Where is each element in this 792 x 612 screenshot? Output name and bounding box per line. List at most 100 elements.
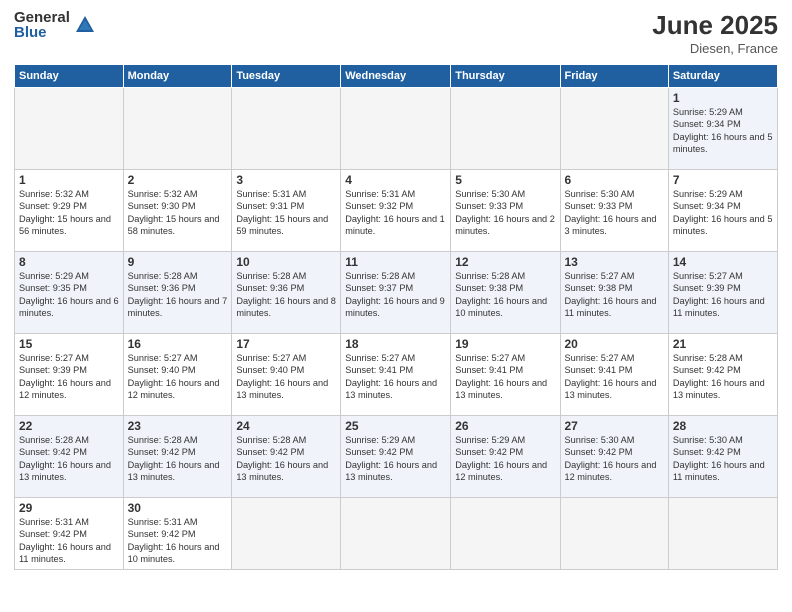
day-number: 26	[455, 419, 555, 433]
day-detail: Sunrise: 5:27 AMSunset: 9:41 PMDaylight:…	[345, 353, 437, 400]
logo: General Blue	[14, 10, 96, 40]
day-number: 19	[455, 337, 555, 351]
day-number: 2	[128, 173, 228, 187]
day-number: 27	[565, 419, 664, 433]
day-detail: Sunrise: 5:27 AMSunset: 9:39 PMDaylight:…	[673, 271, 765, 318]
table-row: 28 Sunrise: 5:30 AMSunset: 9:42 PMDaylig…	[668, 416, 777, 498]
table-row	[232, 88, 341, 170]
day-number: 1	[19, 173, 119, 187]
day-detail: Sunrise: 5:28 AMSunset: 9:42 PMDaylight:…	[128, 435, 220, 482]
logo-icon	[74, 14, 96, 36]
table-row: 13 Sunrise: 5:27 AMSunset: 9:38 PMDaylig…	[560, 252, 668, 334]
day-number: 6	[565, 173, 664, 187]
table-row: 10 Sunrise: 5:28 AMSunset: 9:36 PMDaylig…	[232, 252, 341, 334]
table-row	[451, 88, 560, 170]
day-detail: Sunrise: 5:28 AMSunset: 9:38 PMDaylight:…	[455, 271, 547, 318]
day-number: 30	[128, 501, 228, 515]
day-detail: Sunrise: 5:27 AMSunset: 9:41 PMDaylight:…	[455, 353, 547, 400]
calendar-week-1: 1 Sunrise: 5:32 AMSunset: 9:29 PMDayligh…	[15, 170, 778, 252]
day-detail: Sunrise: 5:29 AMSunset: 9:35 PMDaylight:…	[19, 271, 119, 318]
day-detail: Sunrise: 5:31 AMSunset: 9:32 PMDaylight:…	[345, 189, 445, 236]
day-number: 3	[236, 173, 336, 187]
month-title: June 2025	[652, 10, 778, 41]
logo-text: General Blue	[14, 10, 70, 40]
day-number: 23	[128, 419, 228, 433]
col-saturday: Saturday	[668, 65, 777, 88]
calendar-week-5: 29 Sunrise: 5:31 AMSunset: 9:42 PMDaylig…	[15, 498, 778, 570]
day-number: 5	[455, 173, 555, 187]
day-number: 21	[673, 337, 773, 351]
day-detail: Sunrise: 5:29 AMSunset: 9:34 PMDaylight:…	[673, 189, 773, 236]
table-row	[123, 88, 232, 170]
day-detail: Sunrise: 5:31 AMSunset: 9:42 PMDaylight:…	[128, 517, 220, 564]
day-number: 9	[128, 255, 228, 269]
day-number: 24	[236, 419, 336, 433]
day-number: 14	[673, 255, 773, 269]
day-detail: Sunrise: 5:30 AMSunset: 9:42 PMDaylight:…	[565, 435, 657, 482]
day-detail: Sunrise: 5:27 AMSunset: 9:40 PMDaylight:…	[236, 353, 328, 400]
table-row	[560, 498, 668, 570]
calendar-table: Sunday Monday Tuesday Wednesday Thursday…	[14, 64, 778, 570]
day-detail: Sunrise: 5:28 AMSunset: 9:42 PMDaylight:…	[19, 435, 111, 482]
table-row: 18 Sunrise: 5:27 AMSunset: 9:41 PMDaylig…	[341, 334, 451, 416]
day-number: 13	[565, 255, 664, 269]
table-row: 2 Sunrise: 5:32 AMSunset: 9:30 PMDayligh…	[123, 170, 232, 252]
table-row: 7 Sunrise: 5:29 AMSunset: 9:34 PMDayligh…	[668, 170, 777, 252]
table-row: 6 Sunrise: 5:30 AMSunset: 9:33 PMDayligh…	[560, 170, 668, 252]
day-number: 22	[19, 419, 119, 433]
day-number: 29	[19, 501, 119, 515]
day-detail: Sunrise: 5:27 AMSunset: 9:41 PMDaylight:…	[565, 353, 657, 400]
table-row: 4 Sunrise: 5:31 AMSunset: 9:32 PMDayligh…	[341, 170, 451, 252]
calendar-week-2: 8 Sunrise: 5:29 AMSunset: 9:35 PMDayligh…	[15, 252, 778, 334]
day-number: 7	[673, 173, 773, 187]
calendar-week-0: 1 Sunrise: 5:29 AMSunset: 9:34 PMDayligh…	[15, 88, 778, 170]
header-row: Sunday Monday Tuesday Wednesday Thursday…	[15, 65, 778, 88]
day-number: 25	[345, 419, 446, 433]
title-block: June 2025 Diesen, France	[652, 10, 778, 56]
table-row: 22 Sunrise: 5:28 AMSunset: 9:42 PMDaylig…	[15, 416, 124, 498]
table-row: 5 Sunrise: 5:30 AMSunset: 9:33 PMDayligh…	[451, 170, 560, 252]
day-detail: Sunrise: 5:29 AMSunset: 9:34 PMDaylight:…	[673, 107, 773, 154]
table-row	[341, 498, 451, 570]
day-detail: Sunrise: 5:32 AMSunset: 9:30 PMDaylight:…	[128, 189, 220, 236]
table-row: 20 Sunrise: 5:27 AMSunset: 9:41 PMDaylig…	[560, 334, 668, 416]
table-row	[15, 88, 124, 170]
day-number: 4	[345, 173, 446, 187]
day-number: 11	[345, 255, 446, 269]
calendar-week-4: 22 Sunrise: 5:28 AMSunset: 9:42 PMDaylig…	[15, 416, 778, 498]
logo-general: General	[14, 10, 70, 25]
location: Diesen, France	[652, 41, 778, 56]
page: General Blue June 2025 Diesen, France Su…	[0, 0, 792, 612]
table-row: 8 Sunrise: 5:29 AMSunset: 9:35 PMDayligh…	[15, 252, 124, 334]
col-wednesday: Wednesday	[341, 65, 451, 88]
col-thursday: Thursday	[451, 65, 560, 88]
table-row: 16 Sunrise: 5:27 AMSunset: 9:40 PMDaylig…	[123, 334, 232, 416]
day-number: 12	[455, 255, 555, 269]
day-detail: Sunrise: 5:32 AMSunset: 9:29 PMDaylight:…	[19, 189, 111, 236]
col-monday: Monday	[123, 65, 232, 88]
day-number: 18	[345, 337, 446, 351]
table-row: 1 Sunrise: 5:32 AMSunset: 9:29 PMDayligh…	[15, 170, 124, 252]
day-detail: Sunrise: 5:27 AMSunset: 9:38 PMDaylight:…	[565, 271, 657, 318]
table-row	[341, 88, 451, 170]
day-detail: Sunrise: 5:28 AMSunset: 9:42 PMDaylight:…	[236, 435, 328, 482]
table-row: 9 Sunrise: 5:28 AMSunset: 9:36 PMDayligh…	[123, 252, 232, 334]
day-detail: Sunrise: 5:30 AMSunset: 9:33 PMDaylight:…	[455, 189, 555, 236]
table-row: 1 Sunrise: 5:29 AMSunset: 9:34 PMDayligh…	[668, 88, 777, 170]
day-detail: Sunrise: 5:29 AMSunset: 9:42 PMDaylight:…	[345, 435, 437, 482]
table-row: 21 Sunrise: 5:28 AMSunset: 9:42 PMDaylig…	[668, 334, 777, 416]
table-row: 23 Sunrise: 5:28 AMSunset: 9:42 PMDaylig…	[123, 416, 232, 498]
day-detail: Sunrise: 5:31 AMSunset: 9:31 PMDaylight:…	[236, 189, 328, 236]
day-number: 15	[19, 337, 119, 351]
day-detail: Sunrise: 5:27 AMSunset: 9:39 PMDaylight:…	[19, 353, 111, 400]
table-row: 12 Sunrise: 5:28 AMSunset: 9:38 PMDaylig…	[451, 252, 560, 334]
day-detail: Sunrise: 5:28 AMSunset: 9:37 PMDaylight:…	[345, 271, 445, 318]
table-row: 30 Sunrise: 5:31 AMSunset: 9:42 PMDaylig…	[123, 498, 232, 570]
header: General Blue June 2025 Diesen, France	[14, 10, 778, 56]
col-sunday: Sunday	[15, 65, 124, 88]
table-row: 3 Sunrise: 5:31 AMSunset: 9:31 PMDayligh…	[232, 170, 341, 252]
table-row	[451, 498, 560, 570]
table-row: 19 Sunrise: 5:27 AMSunset: 9:41 PMDaylig…	[451, 334, 560, 416]
day-detail: Sunrise: 5:30 AMSunset: 9:42 PMDaylight:…	[673, 435, 765, 482]
day-number: 1	[673, 91, 773, 105]
